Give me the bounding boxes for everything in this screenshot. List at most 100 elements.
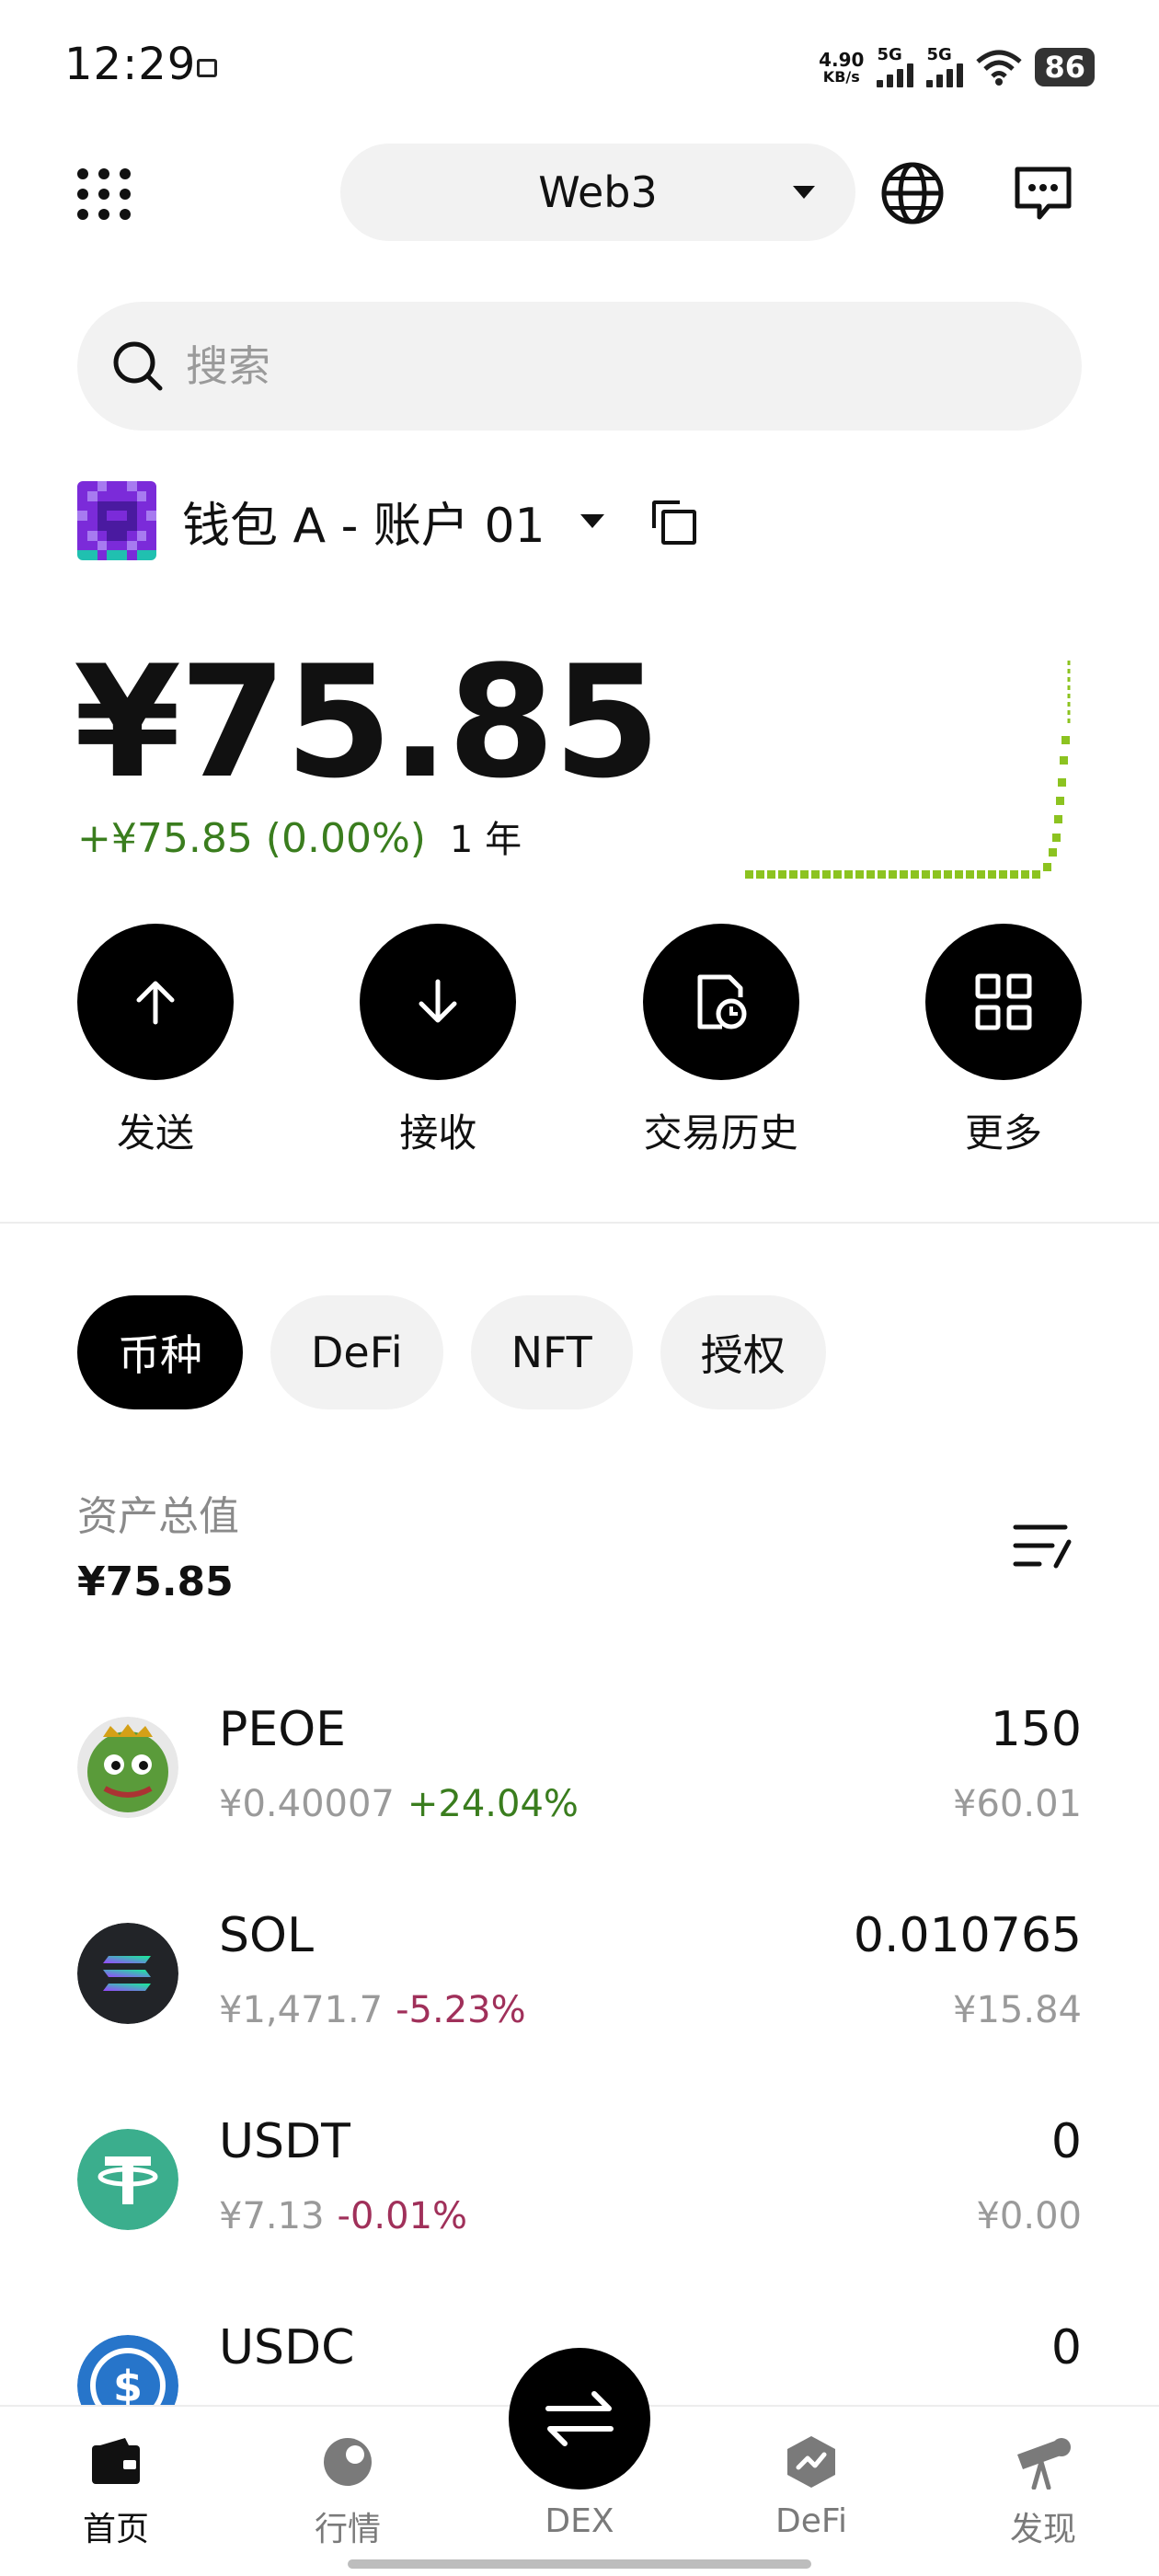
token-price: ¥7.13 -0.01%: [219, 2195, 467, 2237]
tab-nft[interactable]: NFT: [470, 1295, 633, 1409]
assets-title: 资产总值: [77, 1493, 239, 1540]
status-bar: 12:29 4.90 KB/s 5G 5G 86: [0, 0, 1159, 138]
token-row-usdt[interactable]: USDT ¥7.13 -0.01% 0 ¥0.00: [0, 2096, 1159, 2302]
status-time: 12:29: [64, 39, 197, 90]
status-indicators: 4.90 KB/s 5G 5G 86: [819, 42, 1095, 92]
defi-icon: [782, 2432, 841, 2491]
sparkline-point: [866, 870, 875, 879]
sparkline-point: [800, 870, 809, 879]
sparkline-point: [911, 870, 919, 879]
svg-text:$: $: [113, 2362, 143, 2411]
network-speed-value: 4.90: [819, 49, 865, 71]
balance-sparkline: [745, 661, 1071, 879]
sparkline-point: [1010, 870, 1018, 879]
sparkline-point: [1032, 870, 1040, 879]
assets-total: ¥75.85: [77, 1558, 234, 1605]
token-symbol: USDT: [219, 2114, 350, 2169]
sparkline-point: [1058, 778, 1066, 787]
chevron-down-icon[interactable]: [580, 513, 604, 528]
token-amount: 0: [1050, 2114, 1082, 2169]
globe-icon[interactable]: [879, 160, 946, 226]
sparkline-point: [988, 870, 996, 879]
sparkline-point: [1054, 815, 1062, 823]
grid-menu-icon[interactable]: [72, 164, 136, 224]
sparkline-point: [1061, 736, 1070, 744]
sparkline-point: [944, 870, 952, 879]
token-symbol: PEOE: [219, 1702, 346, 1757]
sparkline-point: [833, 870, 842, 879]
token-value: ¥15.84: [953, 1989, 1082, 2031]
wallet-icon: [86, 2432, 145, 2491]
sim1-label: 5G: [877, 45, 902, 64]
token-change: +24.04%: [407, 1783, 579, 1825]
tab-defi[interactable]: DeFi: [270, 1295, 443, 1409]
market-icon: [318, 2432, 377, 2491]
more-button[interactable]: 更多: [924, 924, 1082, 1158]
dex-swap-button[interactable]: [509, 2348, 650, 2490]
search-icon: [113, 341, 163, 391]
token-row-sol[interactable]: SOL ¥1,471.7 -5.23% 0.010765 ¥15.84: [0, 1890, 1159, 2096]
sparkline-point: [977, 870, 985, 879]
search-bar[interactable]: [77, 302, 1082, 431]
section-divider: [0, 1222, 1159, 1224]
history-icon: [642, 924, 799, 1080]
network-speed-unit: KB/s: [822, 68, 860, 86]
token-symbol: SOL: [219, 1908, 314, 1963]
sparkline-point: [878, 870, 886, 879]
token-row-peoe[interactable]: PEOE ¥0.40007 +24.04% 150 ¥60.01: [0, 1684, 1159, 1890]
sparkline-point: [844, 870, 853, 879]
receive-label: 接收: [399, 1110, 477, 1156]
history-button[interactable]: 交易历史: [642, 924, 799, 1158]
nav-discover[interactable]: 发现: [979, 2432, 1107, 2550]
tab-tokens[interactable]: 币种: [77, 1295, 243, 1409]
copy-icon[interactable]: [651, 500, 696, 545]
sort-filter-icon[interactable]: [1012, 1518, 1076, 1573]
balance-pnl: +¥75.85 (0.00%): [77, 815, 426, 862]
sparkline-point: [789, 870, 798, 879]
balance-period[interactable]: 1 年: [450, 819, 522, 861]
token-price-value: ¥7.13: [219, 2195, 325, 2237]
sparkline-point: [778, 870, 786, 879]
sparkline-point: [933, 870, 941, 879]
sparkline-point: [1060, 756, 1068, 765]
network-label: Web3: [538, 167, 658, 217]
sparkline-point: [922, 870, 930, 879]
account-selector[interactable]: 钱包 A - 账户 01: [77, 480, 696, 561]
signal-sim2-icon: 5G: [926, 47, 964, 87]
network-selector[interactable]: Web3: [340, 144, 855, 241]
message-icon[interactable]: [1012, 162, 1074, 224]
sparkline-point: [999, 870, 1007, 879]
token-value: ¥60.01: [953, 1783, 1082, 1825]
search-input[interactable]: [186, 329, 1014, 403]
sparkline-point: [855, 870, 864, 879]
sparkline-point: [955, 870, 963, 879]
arrow-down-icon: [360, 924, 517, 1080]
pepe-logo: [77, 1717, 178, 1818]
home-indicator[interactable]: [348, 2559, 811, 2569]
wifi-icon: [976, 50, 1023, 86]
send-button[interactable]: 发送: [77, 924, 234, 1158]
notification-icon: [197, 59, 217, 77]
send-label: 发送: [116, 1110, 194, 1156]
telescope-icon: [1014, 2432, 1073, 2491]
sparkline-point: [756, 870, 764, 879]
nav-defi[interactable]: DeFi: [747, 2432, 876, 2540]
sparkline-point: [811, 870, 820, 879]
history-label: 交易历史: [643, 1110, 798, 1156]
nav-market-label: 行情: [314, 2511, 381, 2548]
arrow-up-icon: [77, 924, 234, 1080]
receive-button[interactable]: 接收: [360, 924, 517, 1158]
sparkline-point: [900, 870, 908, 879]
battery-level: 86: [1035, 48, 1095, 86]
nav-market[interactable]: 行情: [283, 2432, 412, 2550]
token-symbol: USDC: [219, 2320, 355, 2375]
nav-home[interactable]: 首页: [52, 2432, 180, 2550]
sparkline-point: [1049, 848, 1057, 857]
sparkline-point: [1043, 863, 1051, 871]
token-price: ¥1,471.7 -5.23%: [219, 1989, 526, 2031]
nav-discover-label: 发现: [1009, 2511, 1076, 2548]
tab-approvals[interactable]: 授权: [660, 1295, 826, 1409]
token-change: -0.01%: [337, 2195, 468, 2237]
sparkline-point: [745, 870, 753, 879]
sparkline-point: [1021, 870, 1029, 879]
